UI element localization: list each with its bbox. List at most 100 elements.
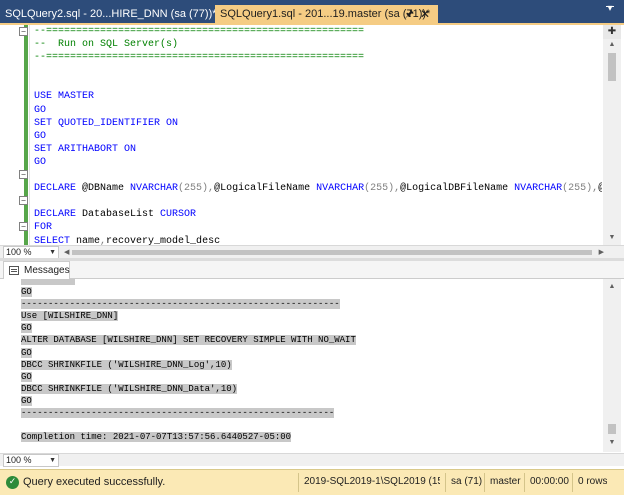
message-line[interactable] [21, 419, 599, 431]
message-line[interactable]: GO [21, 395, 599, 407]
status-divider [445, 473, 446, 492]
code-token: SELECT [34, 235, 77, 246]
collapse-region-icon[interactable]: − [19, 196, 28, 205]
scroll-down-arrow-icon[interactable]: ▼ [603, 437, 621, 449]
tab-sqlquery2[interactable]: SQLQuery2.sql - 20...HIRE_DNN (sa (77))* [0, 5, 217, 24]
code-token: (255), [562, 183, 599, 195]
code-token: --======================================… [34, 52, 365, 64]
code-line[interactable] [34, 64, 602, 77]
code-token: SET QUOTED_IDENTIFIER ON [34, 117, 179, 129]
code-line[interactable]: SET ARITHABORT ON [34, 143, 602, 156]
message-line[interactable]: GO [21, 286, 599, 298]
code-line[interactable]: FOR [34, 221, 602, 234]
document-tab-strip: SQLQuery2.sql - 20...HIRE_DNN (sa (77))*… [0, 0, 624, 24]
collapse-region-icon[interactable]: − [19, 222, 28, 231]
editor-vertical-scrollbar[interactable]: ▲ ▼ [603, 25, 621, 245]
success-check-icon: ✓ [6, 476, 19, 489]
message-text: ALTER DATABASE [WILSHIRE_DNN] SET RECOVE… [21, 335, 356, 346]
messages-icon [9, 266, 19, 275]
code-line[interactable] [34, 195, 602, 208]
code-token: @LogicalFileName [214, 183, 317, 195]
code-line[interactable]: -- Run on SQL Server(s) [34, 38, 602, 51]
message-text: Use [WILSHIRE_DNN] [21, 311, 119, 322]
editor-zoom-value: 100 % [6, 247, 32, 257]
code-line[interactable]: GO [34, 130, 602, 143]
code-line[interactable] [34, 77, 602, 90]
message-line[interactable]: GO [21, 322, 599, 334]
message-text: GO [21, 395, 32, 406]
messages-zoom-select[interactable]: 100 % ▼ [3, 454, 59, 467]
scroll-up-arrow-icon[interactable]: ▲ [603, 39, 621, 51]
message-line[interactable]: ALTER DATABASE [WILSHIRE_DNN] SET RECOVE… [21, 334, 599, 346]
messages-vertical-scrollbar[interactable]: ▲ ▼ [603, 279, 621, 452]
tab-sqlquery1-label: SQLQuery1.sql - 201...19.master (sa (71)… [220, 8, 431, 20]
tab-overflow-dropdown-icon[interactable]: ▾ [604, 3, 616, 17]
message-line[interactable]: Completion time: 2021-07-07T13:57:56.644… [21, 431, 599, 443]
code-token: (255), [364, 183, 401, 195]
message-line[interactable]: GO [21, 347, 599, 359]
message-line[interactable]: ----------------------------------------… [21, 298, 599, 310]
scroll-down-arrow-icon[interactable]: ▼ [603, 232, 621, 244]
code-line[interactable]: GO [34, 104, 602, 117]
tab-sqlquery2-label: SQLQuery2.sql - 20...HIRE_DNN (sa (77))* [5, 8, 217, 20]
code-token: USE MASTER [34, 91, 95, 103]
message-text: DBCC SHRINKFILE ('WILSHIRE_DNN_Log',10) [21, 359, 232, 370]
code-token: NVARCHAR [130, 183, 179, 195]
code-token: GO [34, 130, 47, 142]
message-line[interactable]: DBCC SHRINKFILE ('WILSHIRE_DNN_Log',10) [21, 359, 599, 371]
collapse-region-icon[interactable]: − [19, 27, 28, 36]
status-divider [572, 473, 573, 492]
message-line[interactable]: ----------------------------------------… [21, 407, 599, 419]
message-line[interactable]: DBCC SHRINKFILE ('WILSHIRE_DNN_Data',10) [21, 383, 599, 395]
messages-output[interactable]: GO --------------------------------------… [21, 279, 599, 443]
status-divider [524, 473, 525, 492]
status-user: sa (71) [451, 476, 483, 487]
message-text: GO [21, 371, 32, 382]
message-line[interactable]: GO [21, 371, 599, 383]
query-editor[interactable]: − − − − --==============================… [0, 25, 624, 245]
message-text [21, 420, 26, 430]
collapse-region-icon[interactable]: − [19, 170, 28, 179]
code-line[interactable]: USE MASTER [34, 90, 602, 103]
code-token: DECLARE [34, 209, 83, 221]
code-line[interactable] [34, 169, 602, 182]
code-token: -- Run on SQL Server(s) [34, 39, 179, 51]
message-line[interactable] [21, 279, 599, 286]
code-token: GO [34, 156, 47, 168]
status-divider [298, 473, 299, 492]
editor-scroll-thumb[interactable] [608, 53, 616, 81]
pin-icon[interactable]: 🖈 [405, 5, 414, 24]
code-token: --======================================… [34, 26, 365, 37]
code-line[interactable]: --======================================… [34, 25, 602, 38]
code-line[interactable]: GO [34, 156, 602, 169]
chevron-down-icon: ▼ [49, 457, 56, 464]
message-text: GO [21, 287, 32, 298]
chevron-down-icon: ▼ [49, 249, 56, 256]
code-line[interactable]: --======================================… [34, 51, 602, 64]
code-line[interactable]: SELECT name,recovery_model_desc [34, 235, 602, 246]
message-text: Completion time: 2021-07-07T13:57:56.644… [21, 432, 292, 443]
horizontal-scroll-thumb[interactable] [72, 250, 592, 255]
status-divider [484, 473, 485, 492]
status-rows: 0 rows [578, 476, 608, 487]
messages-zoom-bar: 100 % ▼ [0, 453, 624, 467]
messages-pane[interactable]: GO --------------------------------------… [0, 279, 624, 452]
code-token: GO [34, 104, 47, 116]
code-line[interactable]: DECLARE DatabaseList CURSOR [34, 208, 602, 221]
sql-code[interactable]: --======================================… [34, 25, 602, 245]
messages-scroll-thumb[interactable] [608, 424, 616, 434]
message-line[interactable]: Use [WILSHIRE_DNN] [21, 310, 599, 322]
code-token: CURSOR [160, 209, 197, 221]
query-status-bar: ✓ Query executed successfully. 2019-SQL2… [0, 469, 624, 495]
results-tab-strip: Messages [0, 261, 624, 279]
code-line[interactable]: SET QUOTED_IDENTIFIER ON [34, 117, 602, 130]
tab-messages[interactable]: Messages [3, 261, 70, 279]
code-line[interactable]: DECLARE @DBName NVARCHAR(255),@LogicalFi… [34, 182, 602, 195]
split-window-icon[interactable]: ✚ [603, 25, 621, 39]
code-token: SET ARITHABORT ON [34, 143, 137, 155]
code-token: (255), [178, 183, 215, 195]
code-token: @LogicalDBFileName [400, 183, 515, 195]
tab-sqlquery1[interactable]: SQLQuery1.sql - 201...19.master (sa (71)… [215, 5, 438, 24]
close-icon[interactable]: ✕ [420, 5, 430, 24]
scroll-up-arrow-icon[interactable]: ▲ [603, 281, 621, 293]
